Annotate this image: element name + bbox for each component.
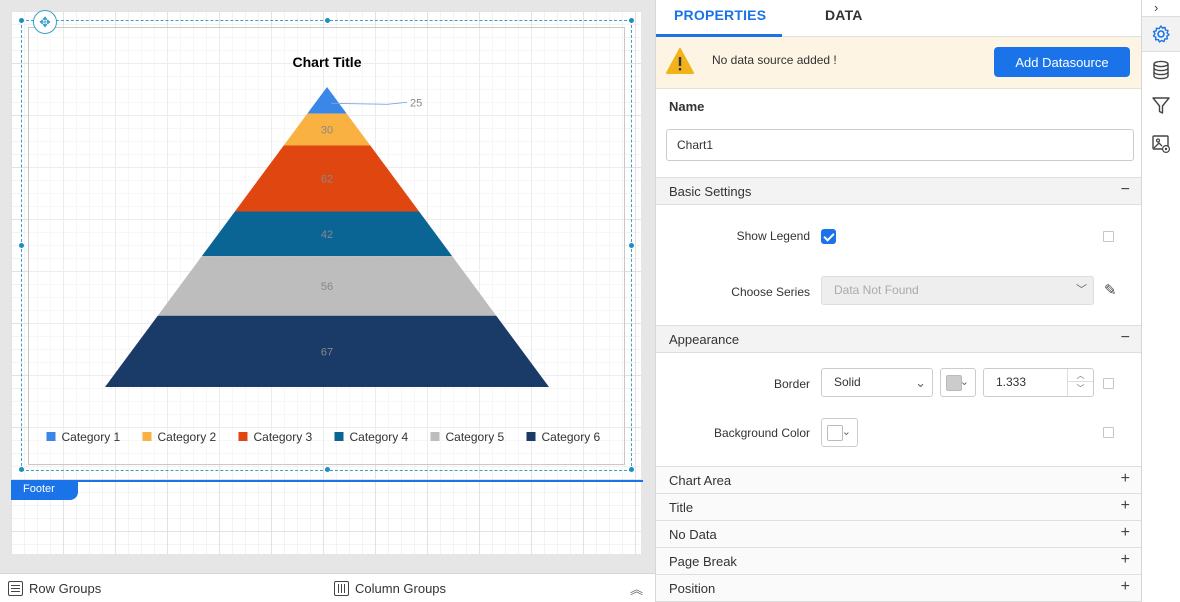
column-groups-label: Column Groups — [355, 581, 447, 596]
show-legend-checkbox[interactable] — [821, 229, 836, 244]
row-groups-button[interactable]: Row Groups — [8, 581, 101, 596]
expand-icon[interactable]: + — [1121, 578, 1130, 596]
page-break-header[interactable]: Page Break + — [656, 547, 1141, 575]
background-color-label: Background Color — [713, 426, 810, 440]
chevron-down-icon: ⌄ — [841, 426, 851, 438]
report-designer: ✥ Chart Title 25 30 62 42 56 67 Category 1 Cat… — [0, 0, 1180, 602]
collapse-icon[interactable]: − — [1121, 181, 1130, 199]
expand-icon[interactable]: + — [1121, 497, 1130, 515]
border-style-value: Solid — [834, 375, 861, 389]
choose-series-label: Choose Series — [731, 285, 810, 299]
background-expression-checkbox[interactable] — [1103, 427, 1114, 438]
tab-properties[interactable]: PROPERTIES — [674, 7, 766, 23]
grouping-bar: Row Groups Column Groups ︽ — [0, 573, 656, 602]
data-label: 30 — [321, 125, 333, 137]
edit-pencil-icon[interactable]: ✎ — [1104, 281, 1117, 299]
row-groups-label: Row Groups — [29, 581, 102, 596]
name-label: Name — [669, 99, 705, 114]
footer-tab[interactable]: Footer — [11, 481, 78, 500]
panel-tabs: PROPERTIES DATA — [656, 0, 1141, 37]
column-groups-button[interactable]: Column Groups — [334, 581, 446, 596]
title-section-title: Title — [669, 500, 694, 515]
legend-marker — [526, 432, 536, 441]
image-settings-icon[interactable] — [1142, 126, 1180, 162]
border-label: Border — [773, 377, 810, 391]
chevron-double-up-icon[interactable]: ︽ — [630, 579, 643, 598]
chart-area-header[interactable]: Chart Area + — [656, 466, 1141, 494]
legend-marker — [238, 432, 248, 441]
legend-label[interactable]: Category 6 — [542, 430, 601, 444]
data-label-connector — [330, 101, 408, 105]
tab-data[interactable]: DATA — [825, 7, 863, 23]
show-legend-expression-checkbox[interactable] — [1103, 231, 1114, 242]
border-width-value: 1.333 — [996, 375, 1027, 389]
chevron-up-icon[interactable]: ︿ — [1068, 369, 1093, 382]
column-groups-icon — [334, 581, 349, 596]
legend-label[interactable]: Category 4 — [350, 430, 409, 444]
legend-label[interactable]: Category 5 — [446, 430, 505, 444]
legend-marker — [46, 432, 56, 441]
add-datasource-button[interactable]: Add Datasource — [994, 47, 1130, 77]
database-icon[interactable] — [1142, 52, 1180, 88]
data-label: 25 — [410, 97, 422, 109]
title-header[interactable]: Title + — [656, 493, 1141, 521]
chart-area-title: Chart Area — [669, 473, 732, 488]
properties-panel: PROPERTIES DATA No data source added ! A… — [656, 0, 1142, 602]
show-legend-label: Show Legend — [736, 229, 810, 243]
legend-marker — [142, 432, 152, 441]
chevron-down-icon: ⌄ — [959, 376, 969, 388]
no-data-title: No Data — [669, 527, 717, 542]
numeric-spinner[interactable]: ︿ ﹀ — [1067, 369, 1093, 396]
filter-icon[interactable] — [1142, 88, 1180, 124]
border-width-input[interactable]: 1.333 ︿ ﹀ — [983, 368, 1094, 397]
choose-series-select[interactable]: Data Not Found ﹀ — [821, 276, 1094, 305]
no-data-header[interactable]: No Data + — [656, 520, 1141, 548]
position-title: Position — [669, 581, 716, 596]
expand-icon[interactable]: + — [1121, 470, 1130, 488]
expand-icon[interactable]: + — [1121, 551, 1130, 569]
background-color-picker[interactable]: ⌄ — [821, 418, 858, 447]
page-break-title: Page Break — [669, 554, 737, 569]
right-rail: › — [1142, 0, 1180, 602]
legend-marker — [430, 432, 440, 441]
design-canvas: ✥ Chart Title 25 30 62 42 56 67 Category 1 Cat… — [0, 0, 656, 573]
position-header[interactable]: Position + — [656, 574, 1141, 602]
chevron-down-icon[interactable]: ﹀ — [1068, 382, 1093, 395]
footer-divider — [11, 480, 643, 482]
expand-icon[interactable]: + — [1121, 524, 1130, 542]
legend-label[interactable]: Category 3 — [254, 430, 313, 444]
chevron-right-icon[interactable]: › — [1154, 0, 1158, 15]
chevron-down-icon: ⌄ — [915, 375, 926, 390]
appearance-header[interactable]: Appearance − — [656, 325, 1141, 353]
basic-settings-header[interactable]: Basic Settings − — [656, 177, 1141, 205]
data-label: 62 — [321, 173, 333, 185]
gear-icon[interactable] — [1142, 16, 1180, 52]
data-label: 67 — [321, 346, 333, 358]
name-input[interactable] — [666, 129, 1134, 161]
pyramid-segment[interactable] — [307, 87, 347, 114]
chevron-down-icon: ﹀ — [1076, 284, 1087, 296]
data-label: 42 — [321, 229, 333, 241]
pyramid-chart[interactable]: Chart Title 25 30 62 42 56 67 Category 1 Categ… — [0, 0, 656, 480]
legend-marker — [334, 432, 344, 441]
chart-title: Chart Title — [293, 54, 362, 70]
alert-text: No data source added ! — [712, 53, 837, 67]
border-expression-checkbox[interactable] — [1103, 378, 1114, 389]
no-datasource-alert: No data source added ! Add Datasource — [656, 37, 1141, 89]
border-color-picker[interactable]: ⌄ — [940, 368, 976, 397]
appearance-title: Appearance — [669, 332, 740, 347]
data-label: 56 — [321, 281, 333, 293]
legend-label[interactable]: Category 1 — [62, 430, 121, 444]
border-style-select[interactable]: Solid ⌄ — [821, 368, 933, 397]
choose-series-value: Data Not Found — [834, 283, 919, 297]
row-groups-icon — [8, 581, 23, 596]
background-color-swatch — [827, 425, 843, 441]
collapse-icon[interactable]: − — [1121, 329, 1130, 347]
warning-icon — [666, 48, 694, 74]
legend-label[interactable]: Category 2 — [158, 430, 217, 444]
basic-settings-title: Basic Settings — [669, 184, 752, 199]
